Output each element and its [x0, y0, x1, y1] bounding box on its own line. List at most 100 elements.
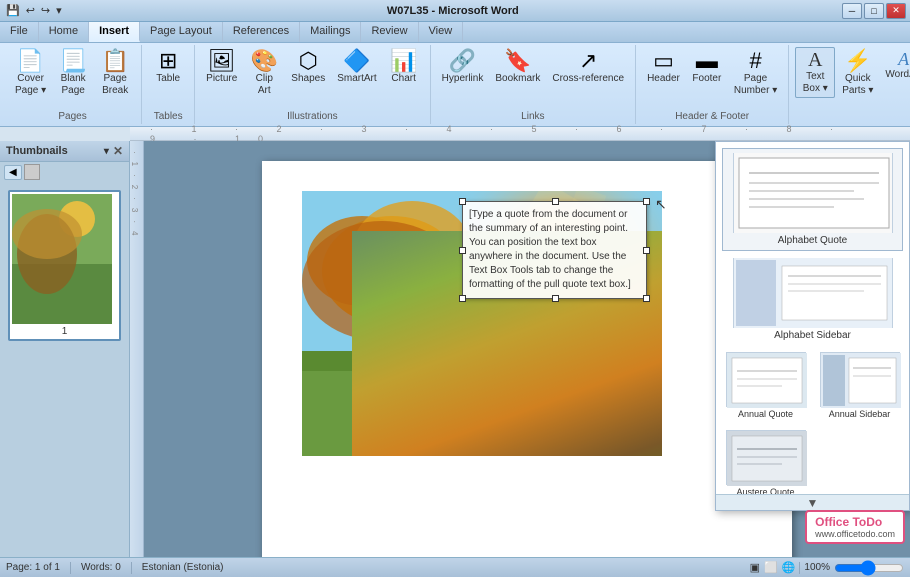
wordart-icon: A [898, 50, 909, 68]
tab-file[interactable]: File [0, 22, 39, 42]
resize-handle-bm[interactable] [552, 295, 559, 302]
page-number-label: PageNumber ▾ [734, 73, 777, 97]
sidebar-dropdown-icon[interactable]: ▾ [104, 146, 109, 157]
tab-page-layout[interactable]: Page Layout [140, 22, 223, 42]
hf-group-label: Header & Footer [675, 111, 749, 122]
dropdown-arrow[interactable]: ▾ [54, 3, 64, 18]
cross-reference-icon: ↗ [579, 50, 597, 72]
window-controls: ─ □ ✕ [842, 3, 906, 19]
bookmark-button[interactable]: 🔖 Bookmark [490, 47, 545, 88]
header-label: Header [647, 73, 680, 85]
page-break-button[interactable]: 📋 PageBreak [95, 47, 135, 100]
hyperlink-icon: 🔗 [449, 50, 476, 72]
clip-art-button[interactable]: 🎨 ClipArt [244, 47, 284, 100]
annual-quote-preview [726, 352, 806, 407]
header-button[interactable]: ▭ Header [642, 47, 685, 88]
resize-handle-rm[interactable] [643, 247, 650, 254]
quick-access-toolbar: 💾 ↩ ↪ ▾ [4, 3, 64, 18]
sidebar-close-button[interactable]: ✕ [113, 144, 123, 158]
document-area[interactable]: [Type a quote from the document or the s… [144, 141, 910, 557]
footer-button[interactable]: ▬ Footer [687, 47, 727, 88]
quick-parts-label: QuickParts ▾ [842, 73, 873, 97]
group-tables: ⊞ Table Tables [142, 45, 195, 124]
thumbnail-page-1[interactable]: 1 [8, 190, 121, 341]
redo-button[interactable]: ↪ [39, 3, 52, 18]
chart-button[interactable]: 📊 Chart [384, 47, 424, 88]
quick-parts-icon: ⚡ [844, 50, 871, 72]
tab-review[interactable]: Review [361, 22, 418, 42]
sidebar-header: Thumbnails ▾ ✕ [0, 141, 129, 162]
text-box-button[interactable]: A TextBox ▾ [795, 47, 835, 98]
ribbon-tabs: File Home Insert Page Layout References … [0, 22, 910, 43]
page-break-label: PageBreak [102, 73, 128, 97]
smartart-icon: 🔷 [343, 50, 370, 72]
shapes-button[interactable]: ⬡ Shapes [286, 47, 330, 88]
page-number-icon: # [749, 50, 761, 72]
undo-button[interactable]: ↩ [24, 3, 37, 18]
illustrations-items: 🖼 Picture 🎨 ClipArt ⬡ Shapes 🔷 SmartArt … [201, 47, 424, 109]
cross-reference-button[interactable]: ↗ Cross-reference [547, 47, 629, 88]
resize-handle-lm[interactable] [459, 247, 466, 254]
resize-handle-tr[interactable] [643, 198, 650, 205]
cover-page-button[interactable]: 📄 CoverPage ▾ [10, 47, 51, 100]
page-number-button[interactable]: # PageNumber ▾ [729, 47, 782, 100]
save-button[interactable]: 💾 [4, 3, 22, 18]
pages-group-label: Pages [58, 111, 86, 122]
annual-sidebar-item[interactable]: Annual Sidebar [814, 348, 905, 423]
status-bar: Page: 1 of 1 Words: 0 Estonian (Estonia)… [0, 557, 910, 577]
resize-handle-bl[interactable] [459, 295, 466, 302]
gallery-scroll-down-button[interactable]: ▼ [716, 494, 909, 510]
hyperlink-label: Hyperlink [442, 73, 484, 85]
table-button[interactable]: ⊞ Table [148, 47, 188, 88]
clip-art-label: ClipArt [256, 73, 273, 97]
pull-quote-text-box[interactable]: [Type a quote from the document or the s… [462, 201, 647, 299]
links-group-label: Links [521, 111, 544, 122]
picture-label: Picture [206, 73, 237, 85]
pages-items: 📄 CoverPage ▾ 📃 BlankPage 📋 PageBreak [10, 47, 135, 109]
brand-url: www.officetodo.com [815, 529, 895, 539]
annual-quote-item[interactable]: Annual Quote [720, 348, 811, 423]
shapes-icon: ⬡ [299, 50, 318, 72]
clip-art-icon: 🎨 [251, 50, 278, 72]
sidebar-prev-button[interactable]: ◀ [4, 165, 22, 180]
blank-page-icon: 📃 [59, 50, 86, 72]
title-left: 💾 ↩ ↪ ▾ [4, 3, 64, 18]
ribbon: File Home Insert Page Layout References … [0, 22, 910, 127]
links-items: 🔗 Hyperlink 🔖 Bookmark ↗ Cross-reference [437, 47, 629, 109]
close-button[interactable]: ✕ [886, 3, 906, 19]
austere-quote-item[interactable]: Austere Quote [720, 426, 811, 501]
group-pages: 📄 CoverPage ▾ 📃 BlankPage 📋 PageBreak Pa… [4, 45, 142, 124]
tab-references[interactable]: References [223, 22, 300, 42]
group-text: A TextBox ▾ ⚡ QuickParts ▾ A WordArt 🔡 D… [789, 45, 910, 124]
maximize-button[interactable]: □ [864, 3, 884, 19]
group-header-footer: ▭ Header ▬ Footer # PageNumber ▾ Header … [636, 45, 789, 124]
cover-page-label: CoverPage ▾ [15, 73, 46, 97]
tables-group-label: Tables [154, 111, 183, 122]
annual-quote-label: Annual Quote [738, 409, 793, 419]
tab-insert[interactable]: Insert [89, 22, 140, 42]
wordart-button[interactable]: A WordArt [880, 47, 910, 84]
tab-view[interactable]: View [419, 22, 464, 42]
hyperlink-button[interactable]: 🔗 Hyperlink [437, 47, 489, 88]
chart-icon: 📊 [390, 50, 417, 72]
resize-handle-tm[interactable] [552, 198, 559, 205]
smartart-button[interactable]: 🔷 SmartArt [332, 47, 381, 88]
alphabet-sidebar-item[interactable]: Alphabet Sidebar [722, 253, 903, 346]
blank-page-button[interactable]: 📃 BlankPage [53, 47, 93, 100]
quick-parts-button[interactable]: ⚡ QuickParts ▾ [837, 47, 878, 100]
alphabet-quote-label: Alphabet Quote [778, 235, 848, 246]
text-box-gallery-grid: Annual Quote Annual Sideb [720, 348, 905, 501]
page-break-icon: 📋 [101, 50, 128, 72]
resize-handle-tl[interactable] [459, 198, 466, 205]
tab-mailings[interactable]: Mailings [300, 22, 361, 42]
resize-handle-br[interactable] [643, 295, 650, 302]
text-box-label: TextBox ▾ [803, 71, 828, 95]
thumbnail-page-number: 1 [12, 326, 117, 337]
picture-button[interactable]: 🖼 Picture [201, 47, 242, 88]
tab-home[interactable]: Home [39, 22, 89, 42]
sidebar-indicator[interactable] [24, 164, 40, 180]
brand-watermark: Office ToDo www.officetodo.com [805, 510, 905, 544]
text-box-gallery-panel: Alphabet Quote Alphabet [715, 141, 910, 511]
alphabet-quote-item[interactable]: Alphabet Quote [722, 148, 903, 251]
minimize-button[interactable]: ─ [842, 3, 862, 19]
